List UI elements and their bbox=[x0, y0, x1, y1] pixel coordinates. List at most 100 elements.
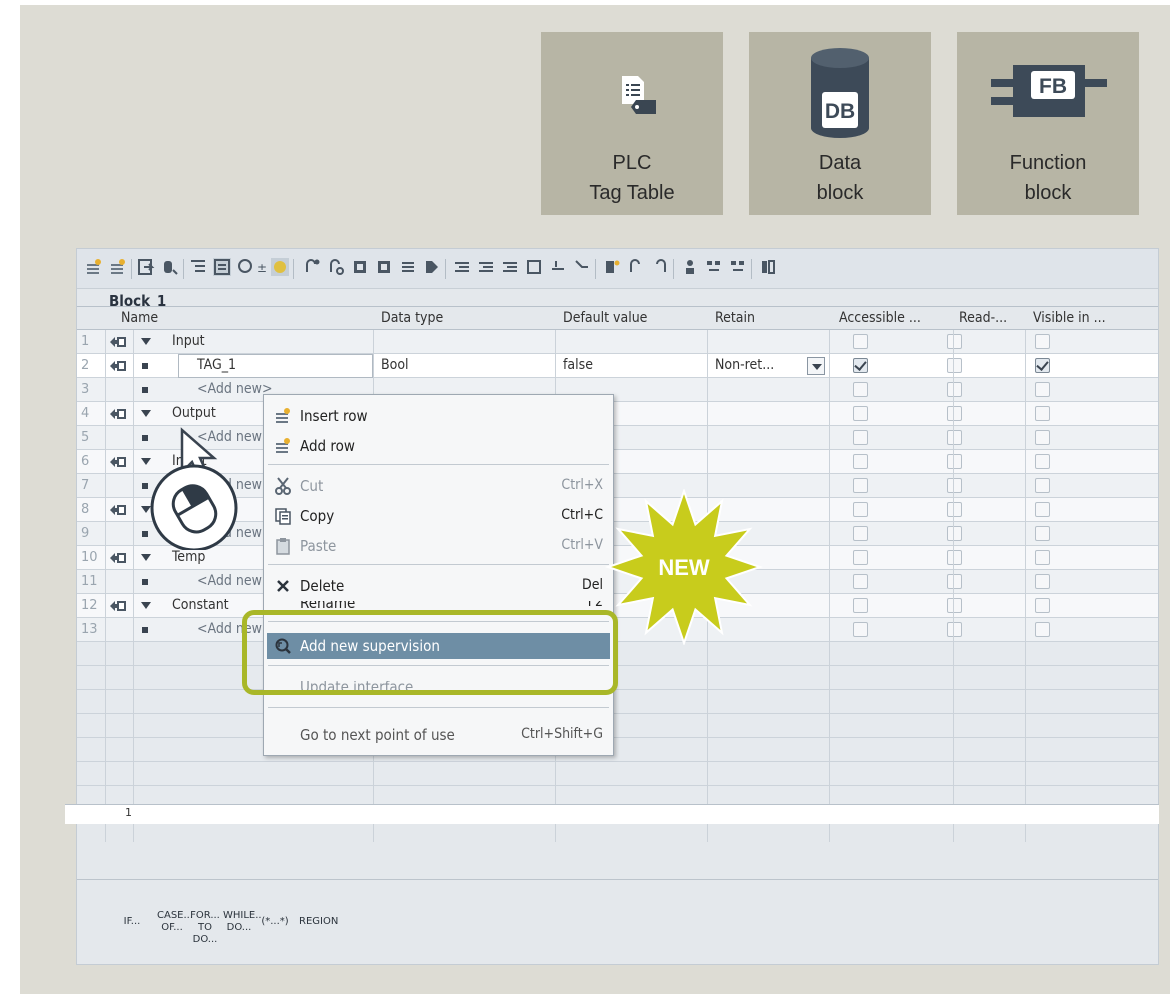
expand-triangle-icon[interactable] bbox=[141, 338, 151, 345]
column-header-accessible[interactable]: Accessible ... bbox=[839, 310, 921, 326]
column-header-name[interactable]: Name bbox=[121, 310, 158, 326]
table-row[interactable]: 3 <Add new> bbox=[77, 378, 1158, 402]
checkbox[interactable] bbox=[853, 406, 868, 421]
prev-bookmark-icon[interactable] bbox=[627, 258, 645, 276]
variable-name[interactable]: TAG_1 bbox=[197, 357, 236, 373]
column-header-visible[interactable]: Visible in ... bbox=[1033, 310, 1106, 326]
call-tool-icon[interactable] bbox=[681, 258, 699, 276]
column-header-default[interactable]: Default value bbox=[563, 310, 647, 326]
code-line[interactable]: 1 bbox=[65, 804, 1159, 824]
add-row-tool-icon[interactable] bbox=[109, 258, 127, 276]
column-header-datatype[interactable]: Data type bbox=[381, 310, 443, 326]
keyword-button[interactable]: IF... bbox=[117, 900, 147, 944]
checkbox[interactable] bbox=[853, 526, 868, 541]
checkbox[interactable] bbox=[853, 334, 868, 349]
checkbox[interactable] bbox=[853, 430, 868, 445]
checkbox[interactable] bbox=[1035, 382, 1050, 397]
table-row[interactable]: 1 Input bbox=[77, 330, 1158, 354]
checkbox[interactable] bbox=[947, 406, 962, 421]
export-tool-icon[interactable] bbox=[137, 258, 155, 276]
checkbox[interactable] bbox=[947, 478, 962, 493]
menu-item-copy[interactable]: Copy Ctrl+C bbox=[264, 503, 613, 529]
checkbox[interactable] bbox=[947, 334, 962, 349]
table-row[interactable]: 2 TAG_1 Bool false Non-ret... bbox=[77, 354, 1158, 378]
expand-triangle-icon[interactable] bbox=[141, 554, 151, 561]
empty-row[interactable] bbox=[77, 690, 1158, 714]
keyword-button[interactable]: WHILE.. DO... bbox=[223, 900, 262, 944]
menu-item-paste[interactable]: Paste Ctrl+V bbox=[264, 533, 613, 559]
highlight-tool-icon[interactable] bbox=[271, 258, 289, 276]
variable-name[interactable]: Input bbox=[172, 333, 205, 349]
checkbox[interactable] bbox=[1035, 598, 1050, 613]
checkbox[interactable] bbox=[947, 502, 962, 517]
monitor-all-tool-icon[interactable] bbox=[375, 258, 393, 276]
variable-name[interactable]: Constant bbox=[172, 597, 229, 613]
checkbox[interactable] bbox=[853, 574, 868, 589]
checkbox[interactable] bbox=[947, 622, 962, 637]
checkbox[interactable] bbox=[1035, 358, 1050, 373]
network-tool-icon[interactable] bbox=[303, 258, 321, 276]
next-bookmark-icon[interactable] bbox=[651, 258, 669, 276]
variable-name[interactable]: Temp bbox=[172, 549, 205, 565]
checkbox[interactable] bbox=[1035, 478, 1050, 493]
uncomment-tool-icon[interactable] bbox=[549, 258, 567, 276]
data-type-value[interactable]: Bool bbox=[381, 357, 409, 373]
variable-name[interactable]: Output bbox=[172, 405, 216, 421]
align-tool-icon[interactable] bbox=[453, 258, 471, 276]
connect-tool-icon[interactable] bbox=[327, 258, 345, 276]
column-header-retain[interactable]: Retain bbox=[715, 310, 755, 326]
expand-triangle-icon[interactable] bbox=[141, 410, 151, 417]
wrap-tool-icon[interactable] bbox=[573, 258, 591, 276]
function-block-tile[interactable]: FB Function block bbox=[957, 32, 1139, 215]
empty-row[interactable] bbox=[77, 762, 1158, 786]
indent-tool-icon[interactable] bbox=[189, 258, 207, 276]
monitor-tool-icon[interactable] bbox=[351, 258, 369, 276]
checkbox[interactable] bbox=[947, 550, 962, 565]
indent-more-icon[interactable] bbox=[477, 258, 495, 276]
zoom-tool-icon[interactable]: ± bbox=[237, 258, 267, 276]
breakpoint-tool-icon[interactable] bbox=[423, 258, 441, 276]
trace-all-tool-icon[interactable] bbox=[729, 258, 747, 276]
layout-tool-icon[interactable] bbox=[759, 258, 777, 276]
keyword-button[interactable]: CASE... OF... bbox=[157, 900, 193, 944]
checkbox[interactable] bbox=[853, 502, 868, 517]
empty-row[interactable] bbox=[77, 738, 1158, 762]
list-tool-icon[interactable] bbox=[399, 258, 417, 276]
checkbox[interactable] bbox=[1035, 622, 1050, 637]
keyword-button[interactable]: REGION bbox=[299, 900, 338, 944]
checkbox[interactable] bbox=[947, 526, 962, 541]
menu-item-delete[interactable]: Delete Del bbox=[264, 573, 613, 599]
checkbox[interactable] bbox=[1035, 550, 1050, 565]
checkbox[interactable] bbox=[1035, 526, 1050, 541]
insert-row-tool-icon[interactable] bbox=[85, 258, 103, 276]
menu-item-add-row[interactable]: Add row bbox=[264, 433, 613, 459]
add-new-placeholder[interactable]: <Add new> bbox=[197, 573, 273, 589]
checkbox[interactable] bbox=[947, 430, 962, 445]
plc-tag-table-tile[interactable]: PLC Tag Table bbox=[541, 32, 723, 215]
checkbox[interactable] bbox=[947, 574, 962, 589]
checkbox[interactable] bbox=[1035, 454, 1050, 469]
trace-tool-icon[interactable] bbox=[705, 258, 723, 276]
checkbox[interactable] bbox=[853, 478, 868, 493]
data-block-tile[interactable]: DB Data block bbox=[749, 32, 931, 215]
checkbox[interactable] bbox=[1035, 430, 1050, 445]
menu-item-go-to-next[interactable]: Go to next point of use Ctrl+Shift+G bbox=[264, 722, 613, 748]
bookmark-tool-icon[interactable] bbox=[603, 258, 621, 276]
keyword-button[interactable]: FOR... TO DO... bbox=[189, 900, 221, 945]
add-new-placeholder[interactable]: <Add new> bbox=[197, 381, 273, 397]
expand-triangle-icon[interactable] bbox=[141, 602, 151, 609]
checkbox[interactable] bbox=[1035, 574, 1050, 589]
checkbox[interactable] bbox=[1035, 502, 1050, 517]
menu-item-cut[interactable]: Cut Ctrl+X bbox=[264, 473, 613, 499]
checkbox[interactable] bbox=[853, 454, 868, 469]
checkbox[interactable] bbox=[853, 598, 868, 613]
grid-view-tool-icon[interactable] bbox=[213, 258, 231, 276]
checkbox[interactable] bbox=[947, 454, 962, 469]
checkbox[interactable] bbox=[853, 382, 868, 397]
column-header-readonly[interactable]: Read-... bbox=[959, 310, 1007, 326]
keyword-button[interactable]: (*...*) bbox=[257, 900, 293, 944]
comment-tool-icon[interactable] bbox=[525, 258, 543, 276]
retain-value[interactable]: Non-ret... bbox=[715, 357, 774, 373]
checkbox[interactable] bbox=[947, 358, 962, 373]
checkbox[interactable] bbox=[853, 358, 868, 373]
